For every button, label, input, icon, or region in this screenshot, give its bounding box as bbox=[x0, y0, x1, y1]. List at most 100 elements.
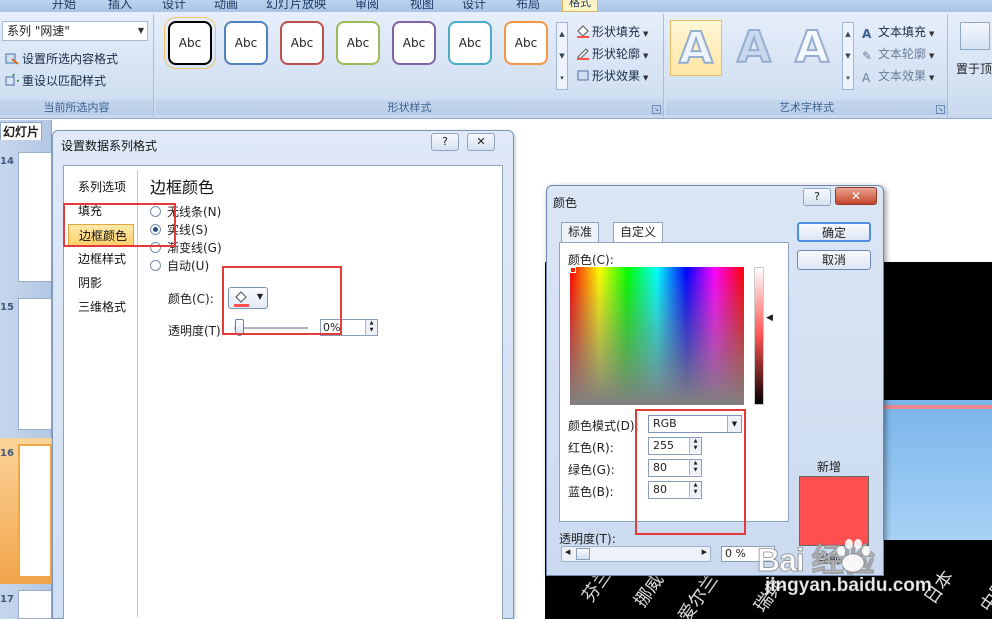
cancel-button[interactable]: 取消 bbox=[797, 250, 871, 270]
text-outline-icon: ✎ bbox=[862, 49, 873, 63]
shape-effects-button[interactable]: 形状效果 ▼ bbox=[576, 67, 648, 84]
format-selection-icon bbox=[5, 52, 19, 65]
color-close-button[interactable]: ✕ bbox=[835, 187, 877, 205]
shape-styles-group-label: 形状样式 bbox=[156, 100, 663, 115]
slide-thumbnail-14[interactable] bbox=[18, 152, 52, 282]
new-color-label: 新增 bbox=[817, 460, 842, 474]
tab-layout[interactable]: 布局 bbox=[516, 0, 540, 12]
colors-label: 颜色(C): bbox=[568, 253, 614, 267]
chevron-down-icon: ▼ bbox=[137, 26, 144, 35]
wordart-group-label: 艺术字样式 bbox=[666, 100, 947, 115]
tab-animation[interactable]: 动画 bbox=[214, 0, 238, 12]
series-select-value: 系列 "网速" bbox=[7, 24, 70, 38]
wordart-style-3[interactable]: A bbox=[786, 20, 838, 76]
spinner-icon[interactable]: ▲ ▼ bbox=[365, 320, 377, 335]
slide-number-15: 15 bbox=[0, 302, 14, 313]
wordart-style-1[interactable]: A bbox=[670, 20, 722, 76]
slide-number-14: 14 bbox=[0, 156, 14, 167]
text-effects-button[interactable]: A 文本效果 ▼ bbox=[862, 67, 935, 85]
text-fill-button[interactable]: A 文本填充 ▼ bbox=[862, 23, 935, 41]
shape-style-4[interactable]: Abc bbox=[336, 21, 380, 65]
nav-shadow[interactable]: 阴影 bbox=[68, 272, 134, 294]
tab-home[interactable]: 开始 bbox=[52, 0, 76, 12]
slider-thumb[interactable] bbox=[576, 548, 590, 560]
shape-styles-launcher-icon[interactable]: ↘ bbox=[652, 105, 661, 114]
shape-style-1[interactable]: Abc bbox=[164, 17, 216, 69]
tab-custom[interactable]: 自定义 bbox=[613, 222, 664, 243]
slide-thumbnail-17[interactable] bbox=[18, 590, 52, 619]
slide-thumbnail-16[interactable] bbox=[18, 444, 52, 578]
slide-thumbnail-15[interactable] bbox=[18, 298, 52, 430]
slides-tab[interactable]: 幻灯片 bbox=[0, 122, 43, 140]
tab-review[interactable]: 审阅 bbox=[355, 0, 379, 12]
tab-design[interactable]: 设计 bbox=[162, 0, 186, 12]
series-select[interactable]: 系列 "网速" ▼ bbox=[2, 21, 148, 41]
shape-outline-button[interactable]: 形状轮廓 ▼ bbox=[576, 45, 648, 62]
nav-series-options[interactable]: 系列选项 bbox=[68, 176, 134, 198]
tab-slideshow[interactable]: 幻灯片放映 bbox=[266, 0, 326, 12]
shape-style-5[interactable]: Abc bbox=[392, 21, 436, 65]
bring-front-icon[interactable] bbox=[960, 22, 990, 50]
tab-standard[interactable]: 标准 bbox=[561, 222, 600, 242]
shape-effects-label: 形状效果 bbox=[592, 69, 641, 83]
paw-logo-icon bbox=[837, 539, 870, 573]
text-effects-label: 文本效果 bbox=[878, 69, 927, 83]
wordart-styles-group: A A A ▲ ▼ ▾ A 文本填充 ▼ ✎ 文本轮廓 ▼ A 文本效果 ▼ 艺术字样式 ↘ bbox=[666, 14, 948, 117]
close-button[interactable]: ✕ bbox=[467, 133, 495, 151]
scroll-left-icon[interactable]: ◀ bbox=[565, 548, 570, 556]
scroll-right-icon[interactable]: ▶ bbox=[702, 548, 707, 556]
tab-view[interactable]: 视图 bbox=[410, 0, 434, 12]
tab-format[interactable]: 格式 bbox=[562, 0, 598, 12]
shape-style-6[interactable]: Abc bbox=[448, 21, 492, 65]
option-automatic[interactable]: 自动(U) bbox=[150, 257, 209, 274]
shape-outline-label: 形状轮廓 bbox=[592, 47, 641, 61]
ok-button[interactable]: 确定 bbox=[797, 222, 871, 242]
shape-style-3[interactable]: Abc bbox=[280, 21, 324, 65]
chevron-down-icon: ▼ bbox=[643, 30, 649, 38]
effects-icon bbox=[576, 69, 590, 82]
color-transparency-value: 0 % bbox=[725, 547, 746, 560]
reset-style-button[interactable]: 重设以匹配样式 bbox=[5, 72, 106, 89]
ribbon: 系列 "网速" ▼ 设置所选内容格式 重设以匹配样式 当前所选内容 Abc Ab… bbox=[0, 12, 992, 119]
shape-style-2[interactable]: Abc bbox=[224, 21, 268, 65]
highlight-box-color bbox=[222, 266, 342, 335]
tab-insert[interactable]: 插入 bbox=[108, 0, 132, 12]
color-transparency-label: 透明度(T): bbox=[559, 532, 616, 546]
text-fill-icon: A bbox=[862, 27, 872, 41]
bring-front-label[interactable]: 置于顶 bbox=[956, 60, 992, 77]
radio-icon bbox=[150, 260, 161, 271]
nav-3d-format[interactable]: 三维格式 bbox=[68, 296, 134, 318]
shape-style-7[interactable]: Abc bbox=[504, 21, 548, 65]
reset-style-icon bbox=[5, 72, 22, 87]
green-label: 绿色(G): bbox=[568, 463, 615, 477]
border-color-panel: 边框颜色 无线条(N) 实线(S) 渐变线(G) 自动(U) 颜色(C): ▼ … bbox=[144, 170, 500, 617]
text-outline-button[interactable]: ✎ 文本轮廓 ▼ bbox=[862, 45, 935, 63]
tab-chart-design[interactable]: 设计 bbox=[462, 0, 486, 12]
wordart-gallery-scroll[interactable]: ▲ ▼ ▾ bbox=[842, 22, 854, 90]
color-spectrum[interactable] bbox=[570, 267, 744, 405]
wordart-style-2[interactable]: A bbox=[728, 20, 780, 76]
chart-series-area[interactable] bbox=[880, 400, 992, 540]
format-selection-label: 设置所选内容格式 bbox=[22, 52, 119, 66]
nav-border-style[interactable]: 边框样式 bbox=[68, 248, 134, 270]
chart-series-line[interactable] bbox=[880, 405, 992, 409]
ribbon-tab-bar: 开始 插入 设计 动画 幻灯片放映 审阅 视图 设计 布局 格式 bbox=[0, 0, 992, 12]
spectrum-cursor[interactable] bbox=[570, 267, 576, 273]
shape-gallery-scroll[interactable]: ▲ ▼ ▾ bbox=[556, 22, 568, 90]
wordart-launcher-icon[interactable]: ↘ bbox=[936, 105, 945, 114]
color-help-button[interactable]: ? bbox=[803, 188, 831, 206]
chevron-down-icon: ▼ bbox=[643, 52, 649, 60]
chevron-down-icon: ▼ bbox=[929, 74, 935, 82]
luminance-arrow-icon[interactable]: ◀ bbox=[766, 313, 773, 323]
text-fill-label: 文本填充 bbox=[878, 25, 927, 39]
dialog-title: 设置数据系列格式 bbox=[61, 139, 158, 153]
transparency-label: 透明度(T): bbox=[168, 324, 225, 338]
shape-fill-button[interactable]: 形状填充 ▼ bbox=[576, 23, 648, 40]
chevron-down-icon: ▼ bbox=[929, 52, 935, 60]
current-selection-group: 系列 "网速" ▼ 设置所选内容格式 重设以匹配样式 当前所选内容 bbox=[0, 14, 154, 117]
help-button[interactable]: ? bbox=[431, 133, 459, 151]
chevron-down-icon: ▼ bbox=[929, 30, 935, 38]
format-selection-button[interactable]: 设置所选内容格式 bbox=[5, 50, 118, 67]
luminance-bar[interactable] bbox=[754, 267, 764, 405]
color-transparency-slider[interactable]: ◀ ▶ bbox=[561, 546, 711, 562]
